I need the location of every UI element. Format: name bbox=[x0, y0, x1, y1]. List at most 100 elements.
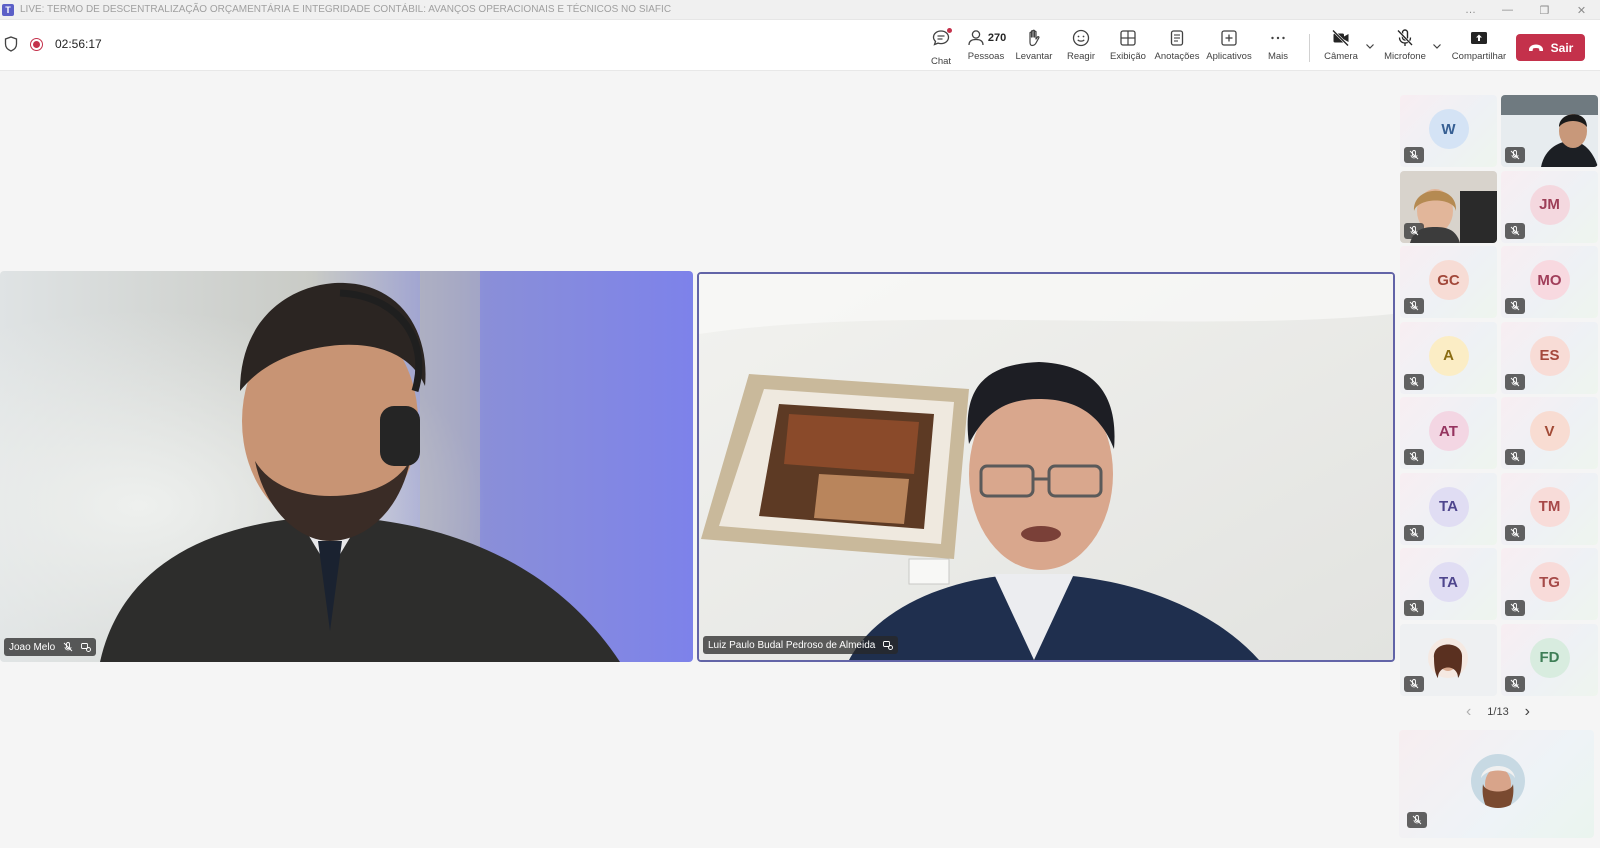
share-button[interactable]: Compartilhar bbox=[1451, 28, 1507, 66]
mute-badge bbox=[1404, 600, 1424, 616]
microphone-off-icon bbox=[1510, 603, 1520, 613]
self-view-tile[interactable] bbox=[1399, 730, 1594, 838]
mute-badge bbox=[1404, 298, 1424, 314]
participant-video bbox=[0, 271, 693, 662]
mute-badge bbox=[1505, 524, 1525, 541]
gallery-tile[interactable] bbox=[1400, 623, 1497, 696]
mute-badge bbox=[1404, 524, 1424, 541]
participant-initials-avatar: W bbox=[1428, 109, 1469, 149]
mute-badge bbox=[1505, 449, 1525, 465]
leave-label: Sair bbox=[1550, 40, 1574, 55]
participant-options-icon[interactable] bbox=[81, 642, 92, 652]
gallery-tile[interactable]: ES bbox=[1501, 321, 1598, 394]
gallery-tile[interactable]: TM bbox=[1501, 472, 1598, 545]
gallery-tile[interactable]: JM bbox=[1501, 170, 1598, 243]
camera-button[interactable]: Câmera bbox=[1323, 28, 1359, 66]
microphone-off-icon bbox=[1409, 603, 1419, 613]
window-more-button[interactable]: … bbox=[1452, 0, 1489, 20]
apps-button[interactable]: Aplicativos bbox=[1206, 28, 1252, 66]
unread-badge bbox=[947, 28, 952, 33]
more-icon bbox=[1271, 36, 1285, 40]
mute-badge bbox=[1505, 600, 1525, 616]
participant-initials-avatar: AT bbox=[1428, 411, 1469, 451]
self-avatar bbox=[1471, 754, 1525, 808]
gallery-tile[interactable]: TA bbox=[1400, 472, 1497, 545]
participant-initials-avatar: JM bbox=[1529, 184, 1570, 225]
microphone-off-icon bbox=[1409, 678, 1419, 688]
title-bar: T LIVE: TERMO DE DESCENTRALIZAÇÃO ORÇAME… bbox=[0, 0, 1600, 20]
video-tile-joao-melo[interactable]: Joao Melo bbox=[0, 271, 693, 662]
microphone-off-icon bbox=[1409, 452, 1419, 462]
mute-badge bbox=[1505, 373, 1525, 390]
hand-icon bbox=[1029, 29, 1040, 47]
gallery-tile[interactable]: TG bbox=[1501, 548, 1598, 620]
page-indicator: 1/13 bbox=[1487, 706, 1509, 718]
microphone-off-icon bbox=[63, 642, 73, 652]
participant-initials-avatar: ES bbox=[1529, 335, 1570, 376]
microphone-label: Microfone bbox=[1384, 51, 1426, 62]
camera-options-chevron-down-icon[interactable] bbox=[1364, 40, 1376, 52]
gallery-tile[interactable]: MO bbox=[1501, 246, 1598, 318]
microphone-button[interactable]: Microfone bbox=[1382, 28, 1428, 66]
apps-label: Aplicativos bbox=[1206, 51, 1252, 62]
participant-initials-avatar: TA bbox=[1428, 562, 1469, 602]
leave-button[interactable]: Sair bbox=[1516, 34, 1585, 61]
next-page-button[interactable]: › bbox=[1525, 703, 1530, 721]
participant-initials-avatar: GC bbox=[1428, 260, 1469, 300]
name-tag: Joao Melo bbox=[4, 638, 97, 656]
gallery-tile[interactable]: TA bbox=[1400, 548, 1497, 620]
microphone-off-icon bbox=[1510, 225, 1520, 235]
raise-hand-label: Levantar bbox=[1015, 51, 1053, 62]
hang-up-icon bbox=[1528, 44, 1543, 51]
toolbar-divider bbox=[1309, 34, 1310, 62]
gallery-tile[interactable]: V bbox=[1501, 397, 1598, 469]
video-tile-luiz-paulo[interactable]: Luiz Paulo Budal Pedroso de Almeida bbox=[697, 272, 1395, 662]
gallery-tile[interactable] bbox=[1400, 170, 1497, 243]
chat-button[interactable]: Chat bbox=[926, 28, 956, 67]
participant-initials-avatar: TM bbox=[1529, 486, 1570, 527]
participant-initials-avatar: FD bbox=[1529, 637, 1570, 678]
add-apps-icon bbox=[1221, 30, 1237, 46]
close-button[interactable]: ✕ bbox=[1563, 0, 1600, 20]
notes-label: Anotações bbox=[1154, 51, 1200, 62]
gallery-tile[interactable] bbox=[1501, 95, 1598, 167]
gallery-tile[interactable]: FD bbox=[1501, 623, 1598, 696]
view-button[interactable]: Exibição bbox=[1110, 28, 1146, 66]
gallery-tile[interactable]: AT bbox=[1400, 397, 1497, 469]
react-label: Reagir bbox=[1067, 51, 1095, 62]
microphone-off-icon bbox=[1412, 815, 1422, 825]
microphone-options-chevron-down-icon[interactable] bbox=[1431, 40, 1443, 52]
minimize-button[interactable]: — bbox=[1489, 0, 1526, 20]
shield-icon[interactable] bbox=[4, 36, 18, 52]
chat-label: Chat bbox=[930, 56, 952, 67]
more-label: Mais bbox=[1267, 51, 1289, 62]
participant-options-icon[interactable] bbox=[883, 640, 894, 650]
react-button[interactable]: Reagir bbox=[1066, 28, 1096, 66]
microphone-off-icon bbox=[1409, 225, 1419, 235]
gallery-tile[interactable]: GC bbox=[1400, 246, 1497, 318]
microphone-off-icon bbox=[1409, 376, 1419, 386]
meeting-status: 02:56:17 bbox=[4, 36, 102, 52]
raise-hand-button[interactable]: Levantar bbox=[1015, 28, 1053, 66]
restore-button[interactable]: ❐ bbox=[1526, 0, 1563, 20]
grid-view-icon bbox=[1120, 30, 1136, 46]
view-label: Exibição bbox=[1110, 51, 1146, 62]
mute-badge bbox=[1404, 147, 1424, 163]
gallery-tile[interactable]: W bbox=[1400, 95, 1497, 167]
microphone-off-icon bbox=[1397, 29, 1413, 46]
microphone-off-icon bbox=[1409, 150, 1419, 160]
participant-video bbox=[699, 274, 1393, 660]
mute-badge bbox=[1505, 147, 1525, 163]
notes-button[interactable]: Anotações bbox=[1155, 28, 1199, 66]
mute-badge bbox=[1505, 298, 1525, 314]
more-button[interactable]: Mais bbox=[1263, 28, 1293, 66]
previous-page-button[interactable]: ‹ bbox=[1466, 703, 1471, 721]
mute-badge bbox=[1404, 449, 1424, 465]
window-title: LIVE: TERMO DE DESCENTRALIZAÇÃO ORÇAMENT… bbox=[20, 4, 672, 15]
people-button[interactable]: 270 Pessoas bbox=[966, 28, 1006, 66]
mute-badge bbox=[1505, 222, 1525, 239]
gallery-tile[interactable]: A bbox=[1400, 321, 1497, 394]
microphone-off-icon bbox=[1510, 527, 1520, 537]
microphone-off-icon bbox=[1510, 452, 1520, 462]
participant-initials-avatar: V bbox=[1529, 411, 1570, 451]
